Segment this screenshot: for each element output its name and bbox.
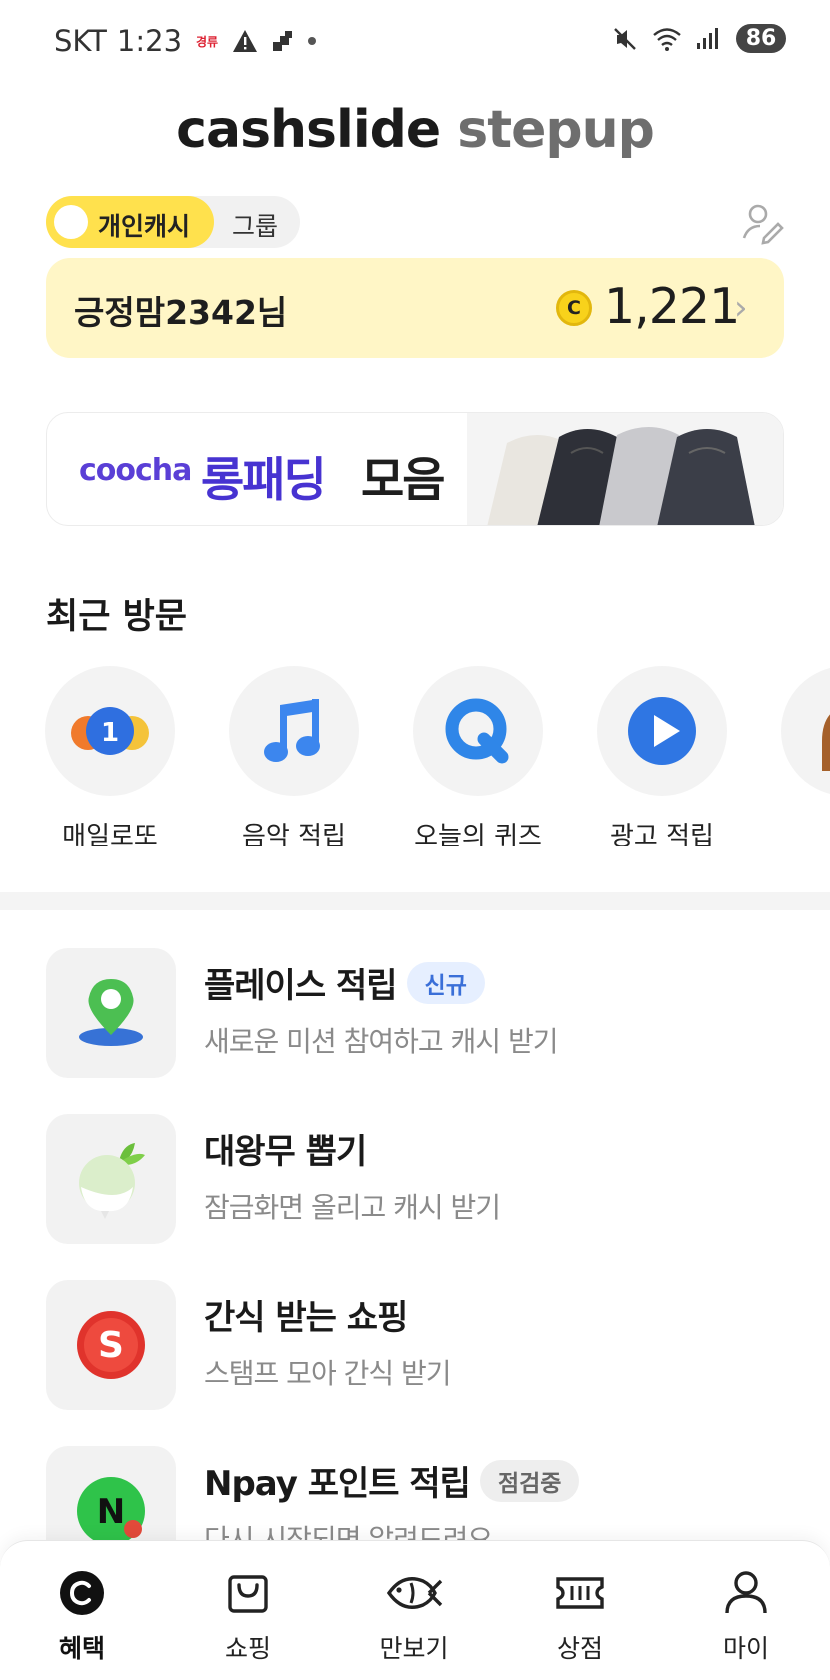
clock: 1:23	[116, 24, 183, 58]
app-title-main: cashslide	[176, 100, 441, 160]
personal-cash-label: 개인캐시	[98, 212, 191, 241]
section-divider	[0, 892, 830, 910]
alert-icon	[233, 30, 258, 52]
recent-item-label: 매일로또	[62, 822, 158, 846]
nav-label: 쇼핑	[224, 1634, 271, 1663]
feature-title-text: 대왕무 뽑기	[204, 1132, 367, 1172]
app-title: cashslide stepup	[0, 100, 830, 160]
data-icon	[273, 31, 293, 51]
status-left: SKT 1:23 경류	[54, 24, 317, 58]
lotto-ball-icon: 1	[71, 707, 149, 755]
recent-item-ad[interactable]: 광고 적립	[570, 666, 754, 846]
banner-headline-rest: 모음	[361, 453, 445, 508]
user-name: 긍정맘2342님	[74, 293, 288, 332]
feature-title: Npay 포인트 적립 점검중	[204, 1456, 580, 1505]
app-title-sub: stepup	[457, 100, 655, 160]
svg-text:N: N	[97, 1492, 125, 1532]
signal-icon	[697, 27, 718, 49]
map-pin-icon	[79, 979, 143, 1046]
cash-c-icon	[60, 1571, 104, 1615]
status-right: 86	[612, 24, 786, 53]
status-bar: SKT 1:23 경류 86	[0, 0, 830, 80]
feature-thumb	[46, 948, 176, 1078]
battery-indicator: 86	[736, 24, 786, 53]
recent-item-label: 광고 적립	[610, 822, 714, 846]
recent-item-circle: 1	[45, 666, 175, 796]
npay-icon: N	[77, 1477, 145, 1545]
recent-item-quiz[interactable]: 오늘의 퀴즈	[386, 666, 570, 846]
radish-icon	[79, 1143, 145, 1219]
nav-pedometer[interactable]: 만보기	[354, 1569, 474, 1665]
cash-balance-card[interactable]: 긍정맘2342님 C 1,221 ›	[46, 258, 784, 358]
dot-icon	[308, 37, 317, 45]
new-badge: 신규	[406, 962, 485, 1004]
nav-my[interactable]: 마이	[686, 1569, 806, 1665]
cash-type-toggle[interactable]: 개인캐시 그룹	[46, 196, 300, 248]
play-icon	[628, 697, 696, 765]
feature-title-text: 플레이스 적립	[204, 966, 398, 1006]
bottom-nav: 혜택 쇼핑 만보기 상점 마이	[0, 1540, 830, 1680]
nav-store[interactable]: 상점	[520, 1569, 640, 1665]
chevron-right-icon: ›	[734, 288, 748, 328]
recent-item-circle	[229, 666, 359, 796]
coin-icon: C	[556, 290, 592, 326]
notification-logo: 경류	[196, 34, 219, 49]
recent-visits-list[interactable]: 1 매일로또 음악 적립 오늘의 퀴즈 광고 적립	[0, 666, 830, 846]
recent-item-label: 오늘의 퀴즈	[414, 822, 542, 846]
padding-jackets-image	[467, 413, 783, 525]
feature-radish[interactable]: 대왕무 뽑기 잠금화면 올리고 캐시 받기	[46, 1114, 786, 1244]
recent-item-circle	[781, 666, 830, 796]
carrier-label: SKT	[54, 24, 107, 58]
feature-title: 플레이스 적립 신규	[204, 958, 485, 1007]
banner-brand: coocha	[79, 453, 192, 488]
feature-title: 대왕무 뽑기	[204, 1124, 367, 1173]
recent-visits-title: 최근 방문	[46, 597, 187, 637]
recent-item-partial[interactable]: 카	[754, 666, 830, 846]
feature-thumb: S	[46, 1280, 176, 1410]
nav-label: 혜택	[58, 1634, 105, 1663]
person-icon	[725, 1571, 767, 1614]
recent-item-label: 카	[754, 816, 830, 846]
recent-item-circle	[413, 666, 543, 796]
shopping-bag-icon	[228, 1575, 268, 1613]
quiz-q-icon	[445, 698, 509, 764]
cash-balance: 1,221	[604, 278, 740, 335]
banner-headline: 롱패딩	[201, 453, 327, 508]
nav-label: 마이	[722, 1634, 769, 1663]
feature-desc: 잠금화면 올리고 캐시 받기	[204, 1191, 501, 1224]
mute-icon	[614, 27, 636, 50]
ticket-icon	[556, 1577, 604, 1609]
nav-shopping[interactable]: 쇼핑	[188, 1569, 308, 1665]
wifi-icon	[653, 27, 681, 51]
promo-banner[interactable]: coocha 롱패딩 모음	[46, 412, 784, 526]
s-coin-icon: S	[77, 1311, 145, 1379]
group-tab[interactable]: 그룹	[232, 207, 278, 243]
recent-item-circle	[597, 666, 727, 796]
feature-title-text: Npay 포인트 적립	[204, 1464, 471, 1504]
partial-item-icon	[822, 714, 830, 771]
svg-text:1: 1	[101, 718, 119, 748]
nav-label: 만보기	[379, 1634, 449, 1663]
recent-item-label: 음악 적립	[242, 822, 346, 846]
edit-profile-icon[interactable]	[740, 200, 786, 246]
toggle-knob	[54, 205, 88, 239]
fish-icon	[386, 1577, 443, 1609]
nav-label: 상점	[556, 1634, 603, 1663]
feature-thumb	[46, 1114, 176, 1244]
personal-cash-tab[interactable]: 개인캐시	[46, 196, 214, 248]
feature-place[interactable]: 플레이스 적립 신규 새로운 미션 참여하고 캐시 받기	[46, 948, 786, 1078]
feature-desc: 스탬프 모아 간식 받기	[204, 1357, 452, 1390]
svg-text:S: S	[98, 1325, 124, 1366]
feature-title: 간식 받는 쇼핑	[204, 1290, 408, 1339]
recent-item-lotto[interactable]: 1 매일로또	[18, 666, 202, 846]
feature-desc: 새로운 미션 참여하고 캐시 받기	[204, 1025, 558, 1058]
maintenance-badge: 점검중	[479, 1460, 580, 1502]
nav-benefits[interactable]: 혜택	[22, 1569, 142, 1665]
recent-item-music[interactable]: 음악 적립	[202, 666, 386, 846]
feature-title-text: 간식 받는 쇼핑	[204, 1298, 408, 1338]
feature-snack-shopping[interactable]: S 간식 받는 쇼핑 스탬프 모아 간식 받기	[46, 1280, 786, 1410]
music-note-icon	[264, 699, 320, 762]
